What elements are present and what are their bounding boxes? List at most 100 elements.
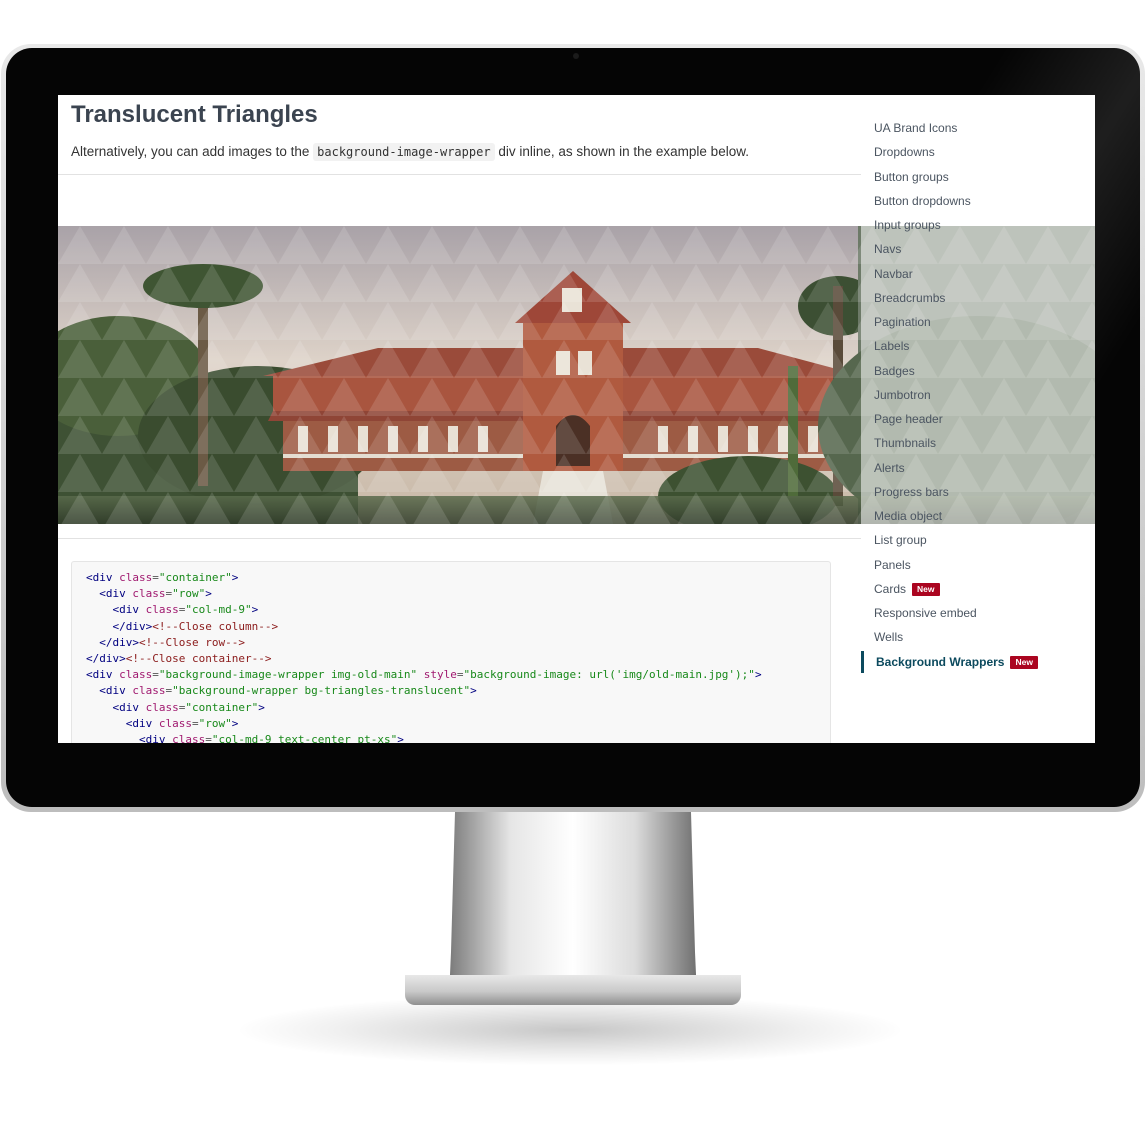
sidebar-item-label: Dropdowns [874, 145, 935, 160]
sidebar-item-pagination[interactable]: Pagination [874, 315, 931, 329]
code-token: <div [86, 700, 146, 714]
code-token: <div [86, 587, 133, 601]
sidebar-item-alerts[interactable]: Alerts [874, 461, 905, 475]
sidebar-item-breadcrumbs[interactable]: Breadcrumbs [874, 291, 945, 305]
code-token: <div [86, 668, 120, 682]
sidebar-item-label: Thumbnails [874, 436, 937, 451]
sidebar-item-page-header[interactable]: Page header [874, 412, 943, 426]
screen: Translucent Triangles Alternatively, you… [58, 95, 1095, 743]
intro-code: background-image-wrapper [313, 143, 495, 161]
sidebar-item-progress-bars[interactable]: Progress bars [874, 485, 949, 499]
new-badge: New [912, 582, 940, 596]
sidebar-item-button-groups[interactable]: Button groups [874, 170, 949, 184]
sidebar-item-label: Wells [874, 630, 904, 645]
sidebar-item-background-wrappers[interactable]: Background Wrappers New [876, 655, 1038, 669]
code-token: class [145, 700, 179, 714]
sidebar-item-label: Page header [874, 412, 943, 426]
sidebar-item-badges[interactable]: Badges [874, 364, 915, 378]
code-token: </div> [86, 652, 126, 665]
sidebar-item-label: List group [874, 533, 927, 548]
code-token: > [251, 603, 259, 617]
code-token: class [119, 668, 153, 682]
camera-icon [573, 53, 579, 59]
sidebar-item-navbar[interactable]: Navbar [874, 267, 913, 281]
sidebar-item-thumbnails[interactable]: Thumbnails [874, 436, 936, 450]
sidebar-item-label: Progress bars [874, 484, 949, 499]
code-token: > [754, 668, 762, 682]
code-token: = [191, 716, 199, 730]
code-line: <div class="container"> [86, 570, 238, 586]
intro-text: Alternatively, you can add images to the… [71, 143, 749, 161]
sidebar-item-label: Breadcrumbs [874, 290, 946, 305]
code-token: </div> [86, 635, 139, 649]
code-token: "row" [198, 716, 232, 730]
code-token: class [172, 733, 206, 743]
code-token: = [456, 668, 464, 682]
sidebar-item-list-group[interactable]: List group [874, 533, 927, 547]
code-line: <div class="row"> [86, 586, 212, 602]
code-token: "container" [185, 700, 259, 714]
sidebar-item-label: Cards [874, 581, 907, 596]
page-title: Translucent Triangles [71, 101, 318, 128]
code-line: <div class="background-wrapper bg-triang… [86, 683, 477, 699]
code-token: = [205, 733, 212, 743]
sidebar-item-dropdowns[interactable]: Dropdowns [874, 145, 935, 159]
sidebar-item-label: Badges [874, 363, 915, 378]
code-line: </div><!--Close column--> [86, 619, 278, 635]
code-line: <div class="container"> [86, 700, 265, 716]
code-token: > [397, 733, 404, 743]
sidebar-item-media-object[interactable]: Media object [874, 509, 942, 523]
code-token: > [258, 700, 265, 714]
code-line: <div class="col-md-9"> [86, 602, 258, 618]
sidebar-item-cards[interactable]: Cards New [874, 582, 940, 596]
code-token: "container" [158, 571, 232, 584]
code-token: <div [86, 716, 159, 730]
sidebar-item-label: Alerts [874, 460, 905, 475]
code-token: <div [86, 603, 146, 617]
code-token: "row" [172, 587, 206, 601]
intro-text-start: Alternatively, you can add images to the [71, 144, 310, 159]
active-indicator [861, 650, 864, 673]
sidebar-item-label: Pagination [874, 315, 931, 329]
code-token: class [119, 571, 153, 584]
sidebar-item-navs[interactable]: Navs [874, 242, 901, 256]
sidebar-item-responsive-embed[interactable]: Responsive embed [874, 606, 977, 620]
sidebar-item-label: Navs [874, 242, 902, 257]
sidebar-item-label: Button dropdowns [874, 193, 971, 208]
sidebar-item-label: Media object [874, 509, 943, 523]
code-token: class [158, 716, 192, 730]
sidebar-nav: UA Brand Icons Dropdowns Button groups Butt… [861, 95, 1095, 743]
monitor-stand-neck [449, 812, 697, 997]
sidebar-item-jumbotron[interactable]: Jumbotron [874, 388, 931, 402]
code-token: class [132, 587, 166, 601]
sidebar-item-label: Background Wrappers [876, 654, 1005, 669]
code-token: style [423, 668, 457, 682]
code-token: "background-image-wrapper img-old-main" [158, 668, 418, 682]
code-token: "background-image: url('img/old-main.jpg… [463, 668, 755, 682]
stand-shadow [240, 995, 900, 1065]
code-token: <div [86, 684, 133, 698]
code-token: > [205, 587, 212, 601]
code-token: "background-wrapper bg-triangles-translu… [172, 684, 471, 698]
sidebar-item-panels[interactable]: Panels [874, 558, 911, 572]
sidebar-item-ua-brand-icons[interactable]: UA Brand Icons [874, 121, 957, 135]
sidebar-item-label: UA Brand Icons [874, 121, 958, 135]
sidebar-item-button-dropdowns[interactable]: Button dropdowns [874, 194, 971, 208]
code-token: > [231, 716, 239, 730]
code-token: = [152, 571, 159, 584]
sidebar-item-label: Responsive embed [874, 606, 977, 620]
sidebar-item-label: Jumbotron [874, 387, 931, 402]
code-token: <div [86, 733, 173, 743]
divider [58, 174, 861, 175]
code-token: > [231, 571, 239, 584]
sidebar-item-wells[interactable]: Wells [874, 630, 903, 644]
sidebar-item-labels[interactable]: Labels [874, 339, 909, 353]
code-token: class [145, 603, 179, 617]
sidebar-item-input-groups[interactable]: Input groups [874, 218, 941, 232]
new-badge: New [1010, 655, 1038, 669]
code-line: <div class="row"> [86, 716, 239, 732]
code-token: > [470, 684, 477, 698]
code-token: "col-md-9" [185, 603, 252, 617]
code-line: <div class="col-md-9 text-center pt-xs"> [86, 732, 404, 743]
